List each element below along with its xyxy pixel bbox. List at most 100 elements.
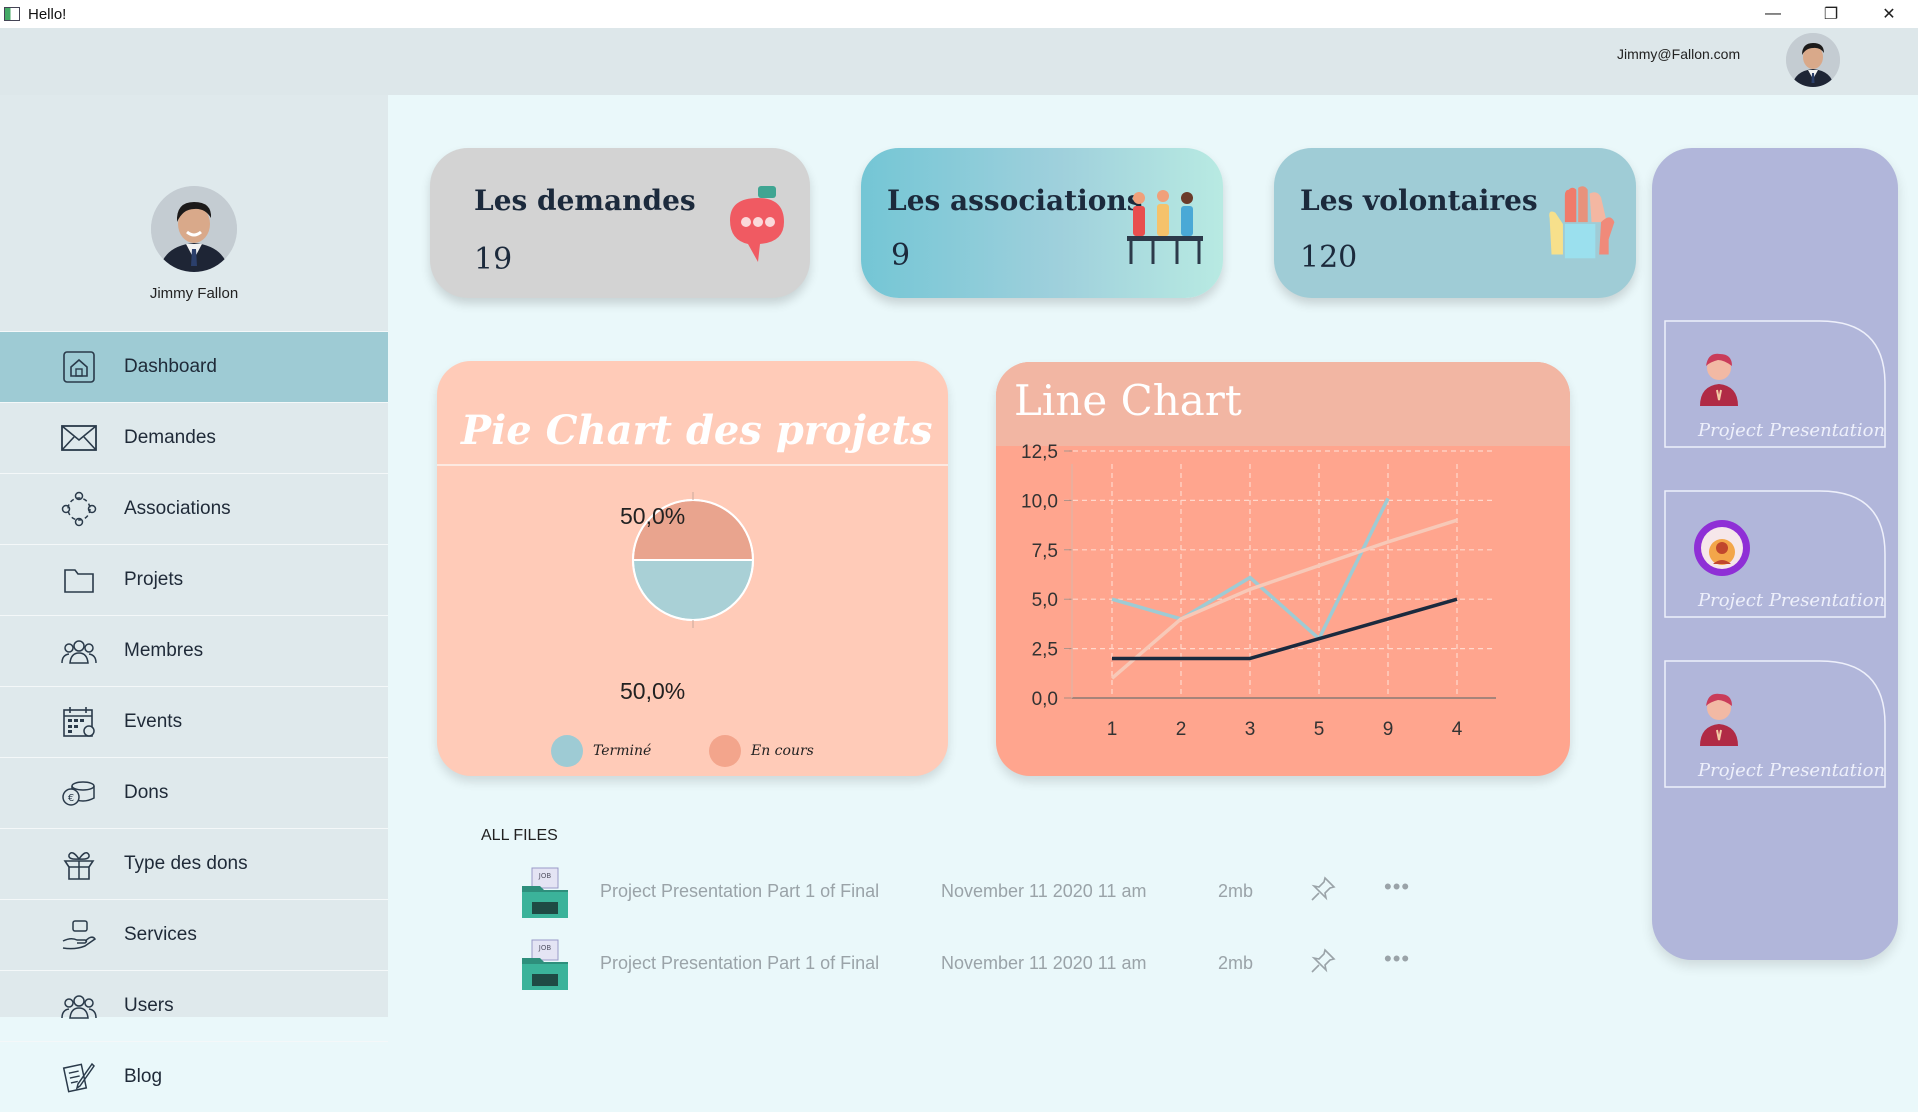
- file-date: November 11 2020 11 am: [941, 953, 1147, 973]
- pie-slice-termine: [631, 559, 755, 621]
- sidebar-item-projets[interactable]: Projets: [0, 544, 388, 615]
- sidebar-item-label: Demandes: [124, 427, 216, 448]
- sidebar-item-label: Users: [124, 995, 174, 1016]
- header-avatar[interactable]: [1786, 33, 1840, 87]
- envelope-icon: [60, 419, 98, 457]
- file-size: 2mb: [1218, 881, 1254, 901]
- right-panel: Project Presentation Project Presentatio…: [1652, 148, 1898, 960]
- legend-swatch: [551, 735, 583, 767]
- sidebar-item-label: Dashboard: [124, 356, 217, 377]
- y-tick-label: 0,0: [1032, 689, 1058, 710]
- project-card[interactable]: Project Presentation: [1664, 660, 1886, 788]
- pin-icon[interactable]: [1310, 948, 1336, 974]
- pie-legend-en-cours: En cours: [709, 735, 814, 767]
- pie-legend-termine: Terminé: [551, 735, 651, 767]
- x-tick-label: 4: [1452, 719, 1463, 740]
- sidebar-item-associations[interactable]: Associations: [0, 473, 388, 544]
- users-icon: [60, 987, 98, 1025]
- file-size: 2mb: [1218, 953, 1254, 973]
- profile-name: Jimmy Fallon: [149, 285, 239, 302]
- sidebar-item-label: Type des dons: [124, 853, 248, 874]
- y-tick-label: 2,5: [1032, 640, 1058, 661]
- stat-card-title: Les associations: [887, 184, 1143, 217]
- stat-card-value: 9: [891, 238, 911, 273]
- window-titlebar: Hello! — ❐ ✕: [0, 0, 1918, 28]
- sidebar: Jimmy Fallon Dashboard Demandes Associat…: [0, 95, 388, 1093]
- sidebar-item-demandes[interactable]: Demandes: [0, 402, 388, 473]
- folder-icon: [60, 561, 98, 599]
- sidebar-item-label: Blog: [124, 1066, 163, 1087]
- file-row[interactable]: JOB Project Presentation Part 1 of Final…: [480, 862, 1430, 922]
- sidebar-item-label: Services: [124, 924, 197, 945]
- sidebar-item-membres[interactable]: Membres: [0, 615, 388, 686]
- people-meeting-icon: [1127, 190, 1203, 264]
- y-tick-label: 12,5: [1021, 442, 1058, 463]
- gift-box-icon: [60, 845, 98, 883]
- window-controls: — ❐ ✕: [1744, 0, 1918, 28]
- pin-icon[interactable]: [1310, 876, 1336, 902]
- sidebar-nav: Dashboard Demandes Associations Projets …: [0, 331, 388, 1112]
- pie-label-top: 50,0%: [620, 503, 686, 529]
- sidebar-item-events[interactable]: Events: [0, 686, 388, 757]
- sidebar-item-label: Projets: [124, 569, 184, 590]
- sidebar-item-label: Associations: [124, 498, 231, 519]
- pie-chart: [631, 492, 755, 628]
- sidebar-item-label: Events: [124, 711, 183, 732]
- y-tick-label: 10,0: [1021, 491, 1058, 512]
- maximize-button[interactable]: ❐: [1802, 0, 1860, 28]
- coins-icon: €: [60, 774, 98, 812]
- blog-icon: [60, 1058, 98, 1096]
- window-title: Hello!: [28, 5, 67, 23]
- project-card-label: Project Presentation: [1698, 760, 1886, 781]
- files-heading: ALL FILES: [481, 827, 558, 844]
- calendar-icon: [60, 703, 98, 741]
- stat-card-title: Les volontaires: [1300, 184, 1538, 217]
- file-folder-icon: JOB: [522, 867, 568, 918]
- svg-text:JOB: JOB: [538, 944, 552, 952]
- project-card[interactable]: Project Presentation: [1664, 320, 1886, 448]
- project-card[interactable]: Project Presentation: [1664, 490, 1886, 618]
- file-folder-icon: JOB: [522, 939, 568, 990]
- sidebar-item-dashboard[interactable]: Dashboard: [0, 331, 388, 402]
- stat-card-value: 120: [1300, 240, 1358, 275]
- file-date: November 11 2020 11 am: [941, 881, 1147, 901]
- x-tick-label: 3: [1245, 719, 1256, 740]
- profile-avatar[interactable]: [151, 186, 237, 272]
- project-card-label: Project Presentation: [1698, 420, 1886, 441]
- x-tick-label: 1: [1107, 719, 1118, 740]
- user-email: Jimmy@Fallon.com: [1617, 46, 1741, 62]
- person-photo-icon: [1786, 33, 1840, 87]
- sidebar-item-services[interactable]: Services: [0, 899, 388, 970]
- chat-bubble-icon: [730, 186, 784, 262]
- stat-card-volontaires[interactable]: Les volontaires 120: [1274, 148, 1636, 298]
- stat-card-demandes[interactable]: Les demandes 19: [430, 148, 810, 298]
- svg-text:JOB: JOB: [538, 872, 552, 880]
- stat-card-associations[interactable]: Les associations 9: [861, 148, 1223, 298]
- pie-label-bottom: 50,0%: [620, 678, 686, 704]
- y-tick-label: 5,0: [1032, 590, 1058, 611]
- sidebar-item-type-des-dons[interactable]: Type des dons: [0, 828, 388, 899]
- service-hand-icon: [60, 916, 98, 954]
- file-row[interactable]: JOB Project Presentation Part 1 of Final…: [480, 934, 1430, 994]
- stat-card-value: 19: [474, 242, 513, 277]
- line-chart-panel: Line Chart 0,0 2,5 5,0 7,5 10,0 12,5 1 2 3 5 9 4: [996, 362, 1570, 776]
- close-button[interactable]: ✕: [1860, 0, 1918, 28]
- circle-avatar-icon: [1694, 520, 1750, 576]
- x-tick-label: 5: [1314, 719, 1325, 740]
- line-chart: 0,0 2,5 5,0 7,5 10,0 12,5 1 2 3 5 9 4: [1021, 442, 1496, 740]
- file-name: Project Presentation Part 1 of Final: [600, 881, 880, 901]
- svg-text:€: €: [68, 793, 74, 804]
- sidebar-item-blog[interactable]: Blog: [0, 1041, 388, 1112]
- minimize-button[interactable]: —: [1744, 0, 1802, 28]
- sidebar-item-label: Dons: [124, 782, 169, 803]
- more-options-icon[interactable]: •••: [1384, 946, 1410, 972]
- sidebar-item-dons[interactable]: € Dons: [0, 757, 388, 828]
- stat-card-title: Les demandes: [474, 184, 696, 217]
- x-tick-label: 9: [1383, 719, 1394, 740]
- y-tick-label: 7,5: [1032, 541, 1058, 562]
- more-options-icon[interactable]: •••: [1384, 874, 1410, 900]
- raised-hands-icon: [1549, 186, 1615, 259]
- network-icon: [60, 490, 98, 528]
- sidebar-item-label: Membres: [124, 640, 204, 661]
- sidebar-item-users[interactable]: Users: [0, 970, 388, 1041]
